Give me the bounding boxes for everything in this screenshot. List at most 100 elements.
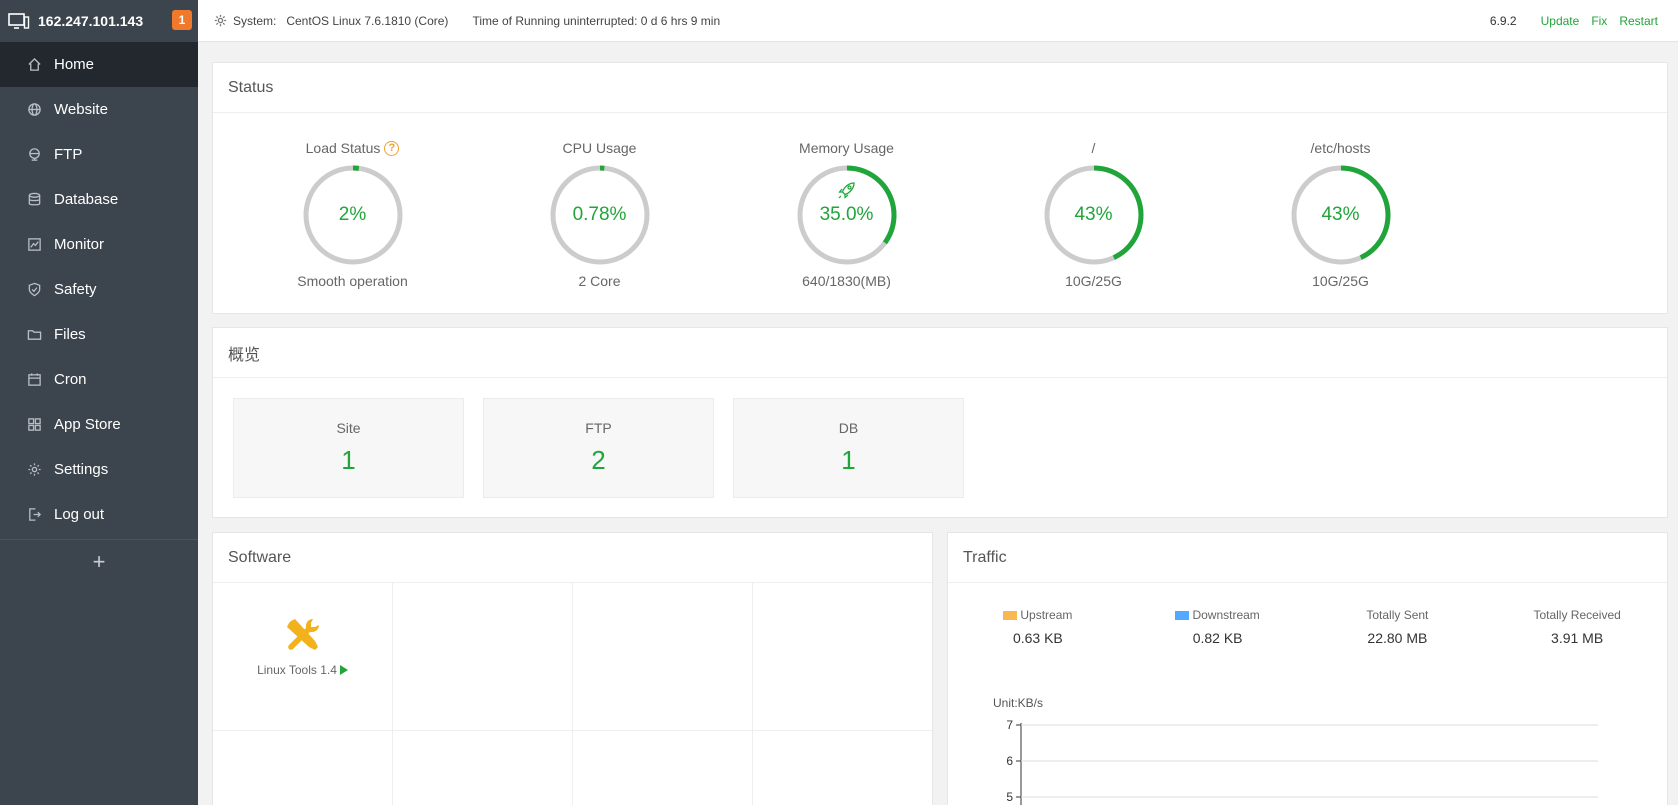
traffic-stat-value: 0.82 KB [1192, 630, 1243, 646]
gauge-title: Load Status [305, 140, 381, 156]
overview-db-box[interactable]: DB 1 [733, 398, 964, 498]
traffic-stat-value: 22.80 MB [1367, 630, 1428, 646]
sidebar-item-database[interactable]: Database [0, 177, 198, 222]
status-panel: Status Load Status? 2% Smooth operation … [212, 62, 1668, 314]
traffic-stat-label: Downstream [1192, 608, 1260, 622]
notification-badge[interactable]: 1 [172, 10, 192, 30]
traffic-stat-upstream: Upstream 0.63 KB [948, 608, 1128, 646]
restart-link[interactable]: Restart [1619, 14, 1658, 28]
system-value: CentOS Linux 7.6.1810 (Core) [286, 13, 449, 28]
database-icon [26, 192, 42, 208]
traffic-panel: Traffic Upstream 0.63 KB Downstream 0.82… [947, 532, 1668, 805]
traffic-chart: Unit:KB/s 7 6 5 [993, 696, 1598, 805]
gauge-value: 35.0% [819, 204, 874, 225]
sidebar-item-label: Monitor [54, 236, 105, 253]
software-empty-cell [213, 731, 393, 805]
cpu-usage-gauge[interactable]: CPU Usage 0.78% 2 Core [476, 139, 723, 289]
chart-tick-label: 7 [1006, 718, 1013, 732]
calendar-icon [26, 372, 42, 388]
gauge-ring: 0.78% [548, 163, 652, 267]
sidebar-item-label: Cron [54, 371, 87, 388]
software-grid: Linux Tools 1.4 [213, 583, 933, 805]
load-status-gauge[interactable]: Load Status? 2% Smooth operation [229, 139, 476, 289]
gauge-subtitle: 2 Core [578, 273, 621, 289]
sidebar-item-label: Settings [54, 461, 109, 478]
disk-root-gauge[interactable]: / 43% 10G/25G [970, 139, 1217, 289]
sidebar-item-files[interactable]: Files [0, 312, 198, 357]
software-title: Software [213, 533, 932, 583]
sidebar-item-label: Database [54, 191, 119, 208]
gauge-subtitle: 640/1830(MB) [802, 273, 891, 289]
gauge-title: Memory Usage [799, 140, 894, 156]
tools-icon [286, 619, 319, 650]
gear-icon [26, 462, 42, 478]
traffic-stat-label: Upstream [1020, 608, 1073, 622]
sidebar-item-label: Files [54, 326, 86, 343]
chart-tick-label: 6 [1006, 754, 1013, 768]
server-ip: 162.247.101.143 [38, 13, 144, 29]
traffic-stat-label: Totally Received [1533, 608, 1621, 622]
gauge-subtitle: 10G/25G [1312, 273, 1369, 289]
overview-ftp-box[interactable]: FTP 2 [483, 398, 714, 498]
traffic-stat-label-wrap: Downstream [1175, 608, 1260, 622]
gauge-title: / [1091, 140, 1096, 156]
overview-label: Site [336, 420, 361, 436]
traffic-stat-value: 0.63 KB [1012, 630, 1063, 646]
sidebar-item-website[interactable]: Website [0, 87, 198, 132]
globe-icon [26, 102, 42, 118]
software-item[interactable]: Linux Tools 1.4 [213, 583, 393, 731]
overview-panel: 概览 Site 1 FTP 2 DB 1 [212, 327, 1668, 518]
software-empty-cell [393, 731, 573, 805]
sidebar: 162.247.101.143 1 Home Website FTP Datab… [0, 0, 198, 805]
sidebar-item-monitor[interactable]: Monitor [0, 222, 198, 267]
overview-site-box[interactable]: Site 1 [233, 398, 464, 498]
gauge-subtitle: Smooth operation [297, 273, 408, 289]
logout-icon [26, 507, 42, 523]
sidebar-item-label: Safety [54, 281, 97, 298]
update-link[interactable]: Update [1541, 14, 1580, 28]
uptime-text: Time of Running uninterrupted: 0 d 6 hrs… [472, 13, 721, 28]
chart-tick-label: 5 [1006, 790, 1013, 804]
gauge-ring: 35.0% [795, 163, 899, 267]
overview-count: 2 [591, 445, 606, 475]
software-panel: Software Linux Tools 1.4 [212, 532, 933, 805]
apps-grid-icon [26, 417, 42, 433]
overview-count: 1 [841, 445, 856, 475]
software-empty-cell [393, 583, 573, 731]
gauge-ring: 2% [301, 163, 405, 267]
sidebar-item-label: FTP [54, 146, 83, 163]
monitor-icon [8, 13, 30, 29]
folder-icon [26, 327, 42, 343]
gauge-subtitle: 10G/25G [1065, 273, 1122, 289]
help-icon[interactable]: ? [384, 140, 400, 156]
sidebar-item-app-store[interactable]: App Store [0, 402, 198, 447]
gauge-value: 43% [1321, 204, 1360, 225]
disk-hosts-gauge[interactable]: /etc/hosts 43% 10G/25G [1217, 139, 1464, 289]
version-label: 6.9.2 [1489, 14, 1517, 28]
memory-usage-gauge[interactable]: Memory Usage 35.0% 640/1830(MB) [723, 139, 970, 289]
sidebar-item-label: App Store [54, 416, 121, 433]
sidebar-item-home[interactable]: Home [0, 42, 198, 87]
sidebar-item-ftp[interactable]: FTP [0, 132, 198, 177]
traffic-stat-label-wrap: Upstream [1003, 608, 1072, 622]
play-icon[interactable] [339, 665, 348, 675]
sidebar-item-settings[interactable]: Settings [0, 447, 198, 492]
status-title: Status [213, 63, 1667, 113]
add-menu-button[interactable]: + [0, 539, 198, 583]
software-item-name: Linux Tools 1.4 [257, 663, 337, 677]
traffic-stat-label: Totally Sent [1366, 608, 1429, 622]
gauge-ring: 43% [1289, 163, 1393, 267]
server-header[interactable]: 162.247.101.143 1 [0, 0, 198, 42]
sidebar-item-cron[interactable]: Cron [0, 357, 198, 402]
sidebar-item-label: Website [54, 101, 108, 118]
sidebar-item-log-out[interactable]: Log out [0, 492, 198, 537]
gear-icon [214, 14, 227, 27]
chart-ylabel: Unit:KB/s [993, 696, 1043, 710]
traffic-stat-sent: Totally Sent 22.80 MB [1308, 608, 1488, 646]
overview-label: FTP [585, 420, 612, 436]
sidebar-item-safety[interactable]: Safety [0, 267, 198, 312]
gauge-title: CPU Usage [562, 140, 637, 156]
fix-link[interactable]: Fix [1591, 14, 1607, 28]
gauge-value: 43% [1074, 204, 1113, 225]
system-label: System: [233, 13, 277, 28]
